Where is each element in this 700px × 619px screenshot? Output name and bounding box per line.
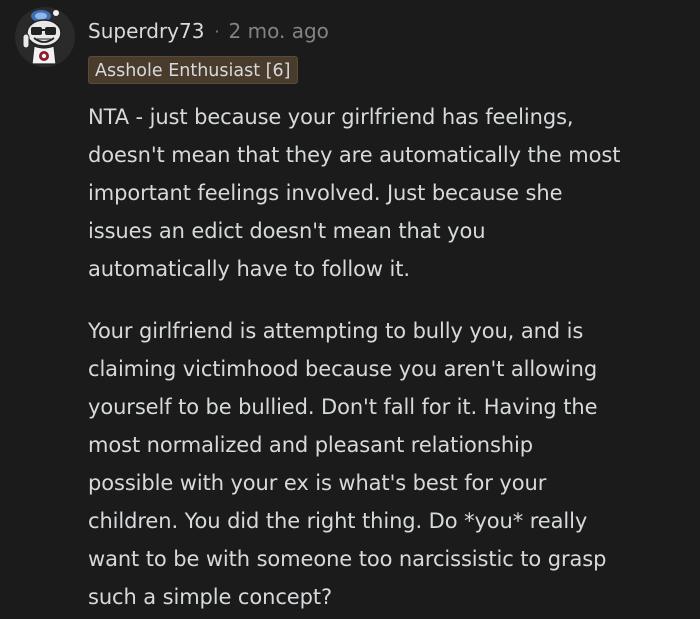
paragraph-line: NTA - just because your girlfriend has f… <box>88 105 574 129</box>
paragraph-line: yourself to be bullied. Don't fall for i… <box>88 395 598 419</box>
comment-paragraph: Your girlfriend is attempting to bully y… <box>88 312 688 616</box>
user-avatar-icon[interactable] <box>14 6 76 68</box>
paragraph-line: claiming victimhood because you aren't a… <box>88 357 598 381</box>
comment-meta: Superdry73 · 2 mo. ago <box>88 17 329 45</box>
paragraph-line: want to be with someone too narcissistic… <box>88 547 607 571</box>
paragraph-line: such a simple concept? <box>88 585 332 609</box>
comment-paragraph: NTA - just because your girlfriend has f… <box>88 98 688 288</box>
comment-timestamp[interactable]: 2 mo. ago <box>229 19 329 43</box>
paragraph-line: doesn't mean that they are automatically… <box>88 143 621 167</box>
paragraph-line: automatically have to follow it. <box>88 257 410 281</box>
paragraph-line: important feelings involved. Just becaus… <box>88 181 563 205</box>
paragraph-line: children. You did the right thing. Do *y… <box>88 509 588 533</box>
username-link[interactable]: Superdry73 <box>88 19 204 43</box>
user-flair: Asshole Enthusiast [6] <box>88 56 299 84</box>
paragraph-line: most normalized and pleasant relationshi… <box>88 433 534 457</box>
comment-body: NTA - just because your girlfriend has f… <box>88 98 688 616</box>
meta-separator: · <box>214 21 220 41</box>
comment: Superdry73 · 2 mo. ago Asshole Enthusias… <box>0 0 700 619</box>
paragraph-line: possible with your ex is what's best for… <box>88 471 547 495</box>
paragraph-line: issues an edict doesn't mean that you <box>88 219 486 243</box>
paragraph-line: Your girlfriend is attempting to bully y… <box>88 319 584 343</box>
